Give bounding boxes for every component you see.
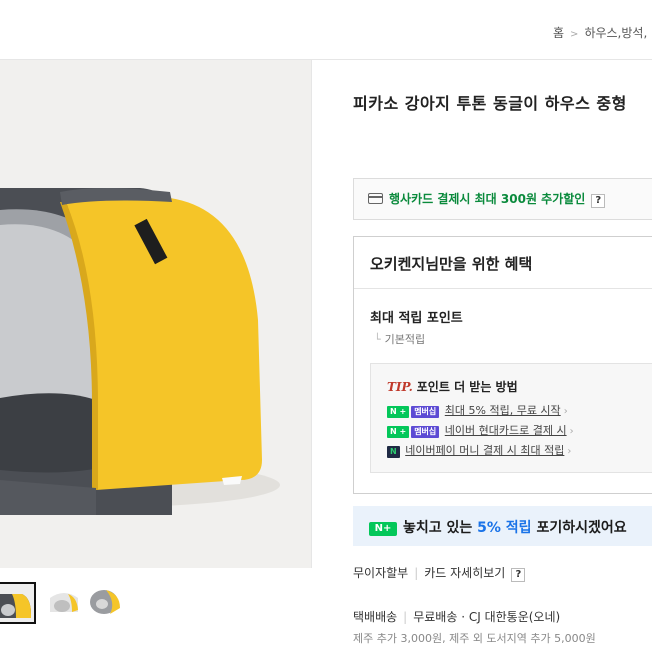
- chevron-right-icon: ›: [567, 446, 572, 457]
- tip-label: TIP.: [387, 380, 413, 394]
- installment-row: 무이자할부 | 카드 자세히보기?: [353, 564, 526, 582]
- breadcrumb-home[interactable]: 홈: [553, 26, 564, 40]
- card-details-link[interactable]: 카드 자세히보기: [424, 566, 505, 580]
- chevron-right-icon: ›: [563, 406, 568, 417]
- breadcrumb-separator-icon: >: [570, 29, 579, 40]
- basic-points-row: └ 기본적립: [374, 331, 425, 347]
- banner-highlight: 5% 적립: [477, 520, 532, 536]
- help-icon[interactable]: ?: [591, 194, 606, 208]
- product-main-image[interactable]: [0, 60, 312, 568]
- chevron-right-icon: ›: [569, 426, 574, 437]
- pet-house-illustration: [0, 60, 311, 568]
- installment-label: 무이자할부: [353, 566, 409, 580]
- tip-item-label: 네이버 현대카드로 결제 시: [444, 424, 567, 437]
- membership-badge: 멤버십: [411, 406, 440, 418]
- naver-plus-icon: N +: [387, 406, 410, 418]
- thumbnail-1[interactable]: [0, 582, 36, 624]
- naverpay-icon: N: [387, 446, 400, 458]
- product-title: 피카소 강아지 투톤 동글이 하우스 중형: [353, 94, 627, 113]
- basic-points-label: 기본적립: [384, 333, 426, 346]
- benefit-heading: 오키켄지님만을 위한 혜택: [354, 237, 652, 289]
- tip-item-naverpay-money[interactable]: N 네이버페이 머니 결제 시 최대 적립 ›: [387, 442, 571, 458]
- tip-title: TIP. 포인트 더 받는 방법: [387, 378, 518, 395]
- banner-prefix: 놓치고 있는: [403, 520, 473, 536]
- tip-item-hyundai-card[interactable]: N + 멤버십 네이버 현대카드로 결제 시 ›: [387, 422, 574, 438]
- help-icon[interactable]: ?: [511, 568, 526, 582]
- banner-suffix: 포기하시겠어요: [536, 520, 627, 536]
- top-bar: 홈 > 하우스,방석,: [0, 0, 652, 60]
- tip-item-label: 최대 5% 적립, 무료 시작: [444, 404, 561, 417]
- credit-card-icon: [368, 193, 383, 204]
- tip-item-label: 네이버페이 머니 결제 시 최대 적립: [405, 444, 565, 457]
- benefit-panel: 오키켄지님만을 위한 혜택 최대 적립 포인트 └ 기본적립 TIP. 포인트 더 …: [353, 236, 652, 494]
- max-points-title: 최대 적립 포인트: [370, 311, 463, 326]
- shipping-row: 택배배송 | 무료배송 · CJ 대한통운(오네): [353, 610, 561, 624]
- product-page: 홈 > 하우스,방석, 피카소 강아지 투톤 동글이 하우스 중형 행사카드 결…: [0, 0, 652, 652]
- tip-item-membership-start[interactable]: N + 멤버십 최대 5% 적립, 무료 시작 ›: [387, 402, 568, 418]
- breadcrumb: 홈 > 하우스,방석,: [553, 24, 647, 41]
- membership-banner[interactable]: N+ 놓치고 있는 5% 적립 포기하시겠어요: [353, 506, 652, 546]
- naver-plus-logo-icon: N+: [369, 522, 397, 536]
- thumbnail-3[interactable]: [86, 582, 126, 624]
- shipping-carrier: · CJ 대한통운(오네): [461, 610, 561, 624]
- tip-heading: 포인트 더 받는 방법: [416, 380, 518, 394]
- tree-branch-icon: └: [374, 333, 381, 346]
- card-promo-text: 행사카드 결제시 최대 300원 추가할인: [389, 192, 586, 206]
- shipping-extra-note: 제주 추가 3,000원, 제주 외 도서지역 추가 5,000원: [353, 632, 596, 645]
- card-discount-promo[interactable]: 행사카드 결제시 최대 300원 추가할인?: [353, 178, 652, 220]
- tip-box: TIP. 포인트 더 받는 방법 N + 멤버십 최대 5% 적립, 무료 시작 › …: [370, 363, 652, 473]
- thumbnail-2[interactable]: [44, 582, 84, 624]
- naver-plus-icon: N +: [387, 426, 410, 438]
- shipping-fee: 무료배송: [413, 610, 458, 624]
- breadcrumb-category[interactable]: 하우스,방석,: [584, 26, 647, 40]
- shipping-method: 택배배송: [353, 610, 398, 624]
- membership-badge: 멤버십: [411, 426, 440, 438]
